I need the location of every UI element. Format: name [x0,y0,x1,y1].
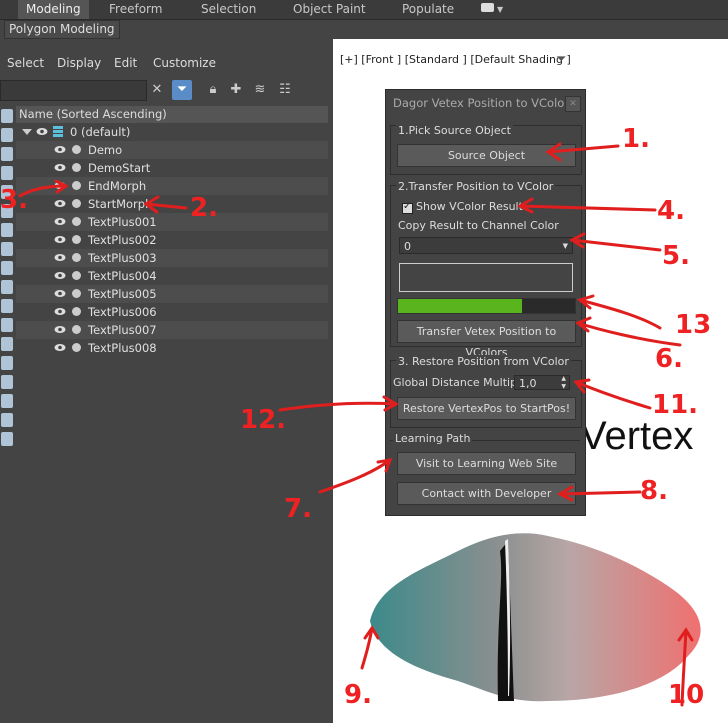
annotation-label: 10 [668,680,705,710]
annotation-label: 9. [344,680,372,710]
annotation-label: 4. [657,196,685,226]
annotation-label: 12. [240,405,287,435]
annotation-label: 11. [652,390,699,420]
annotation-label: 2. [190,193,218,223]
annotation-label: 7. [284,494,312,524]
annotation-label: 13 [675,310,712,340]
annotation-arrows [18,142,694,707]
annotation-label: 8. [640,476,668,506]
annotation-label: 5. [662,241,690,271]
annotation-label: 6. [655,344,683,374]
annotation-label: 3. [0,185,28,215]
annotation-label: 1. [622,124,650,154]
